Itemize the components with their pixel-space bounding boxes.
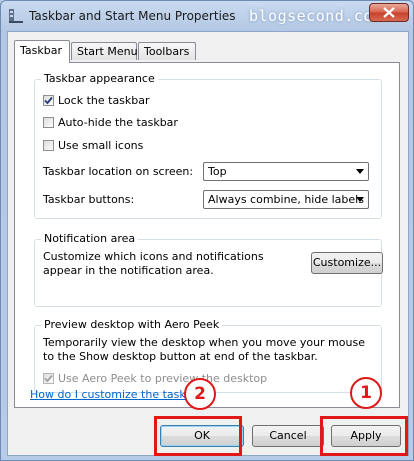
buttons-label: Taskbar buttons: [43,193,135,206]
checkbox-box [43,116,54,128]
help-link[interactable]: How do I customize the taskbar? [30,388,210,401]
watermark-text: blogsecond.com [249,7,383,25]
checkmark-icon [44,374,53,382]
buttons-select[interactable]: Always combine, hide labels [203,190,369,209]
group-title: Preview desktop with Aero Peek [41,318,223,331]
group-title: Notification area [41,232,139,245]
checkbox-label: Lock the taskbar [58,93,150,107]
small-icons-checkbox[interactable]: Use small icons [43,138,143,152]
title-bar[interactable]: Taskbar and Start Menu Properties blogse… [1,1,413,31]
cancel-button[interactable]: Cancel [252,425,324,447]
taskbar-appearance-group: Taskbar appearance Lock the taskbar Auto… [34,72,382,219]
select-value: Always combine, hide labels [208,193,364,206]
checkbox-label: Use Aero Peek to preview the desktop [58,371,268,385]
checkbox-box [43,139,54,151]
select-value: Top [208,165,227,178]
tab-label: Start Menu [77,45,138,58]
close-icon [383,7,395,18]
checkmark-icon [44,96,53,104]
tab-label: Taskbar [20,44,62,57]
checkbox-box [43,372,54,384]
dropdown-arrow-icon [356,197,364,202]
notification-description: Customize which icons and notifications … [43,250,264,277]
checkbox-label: Use small icons [58,138,144,152]
group-title: Taskbar appearance [41,72,158,85]
location-label: Taskbar location on screen: [43,165,194,178]
tab-toolbars[interactable]: Toolbars [138,42,196,60]
tab-label: Toolbars [144,45,190,58]
close-button[interactable] [369,3,409,22]
customize-button[interactable]: Customize... [311,252,383,274]
window-title: Taskbar and Start Menu Properties [29,9,236,23]
step-badge-1: 1 [350,377,382,409]
lock-taskbar-checkbox[interactable]: Lock the taskbar [43,93,150,107]
auto-hide-checkbox[interactable]: Auto-hide the taskbar [43,115,178,129]
dropdown-arrow-icon [356,169,364,174]
location-select[interactable]: Top [203,162,369,181]
aero-peek-checkbox[interactable]: Use Aero Peek to preview the desktop [43,371,267,385]
taskbar-tab-panel: Taskbar appearance Lock the taskbar Auto… [14,62,400,408]
checkbox-label: Auto-hide the taskbar [58,115,178,129]
checkbox-box [43,94,54,106]
ok-highlight-box [154,416,242,456]
aero-peek-description: Temporarily view the desktop when you mo… [43,336,365,363]
tab-taskbar[interactable]: Taskbar [14,40,70,63]
tab-start-menu[interactable]: Start Menu [71,42,138,60]
taskbar-app-icon [9,9,23,23]
step-badge-2: 2 [184,378,216,410]
apply-highlight-box [320,416,408,456]
notification-area-group: Notification area Customize which icons … [34,232,383,307]
